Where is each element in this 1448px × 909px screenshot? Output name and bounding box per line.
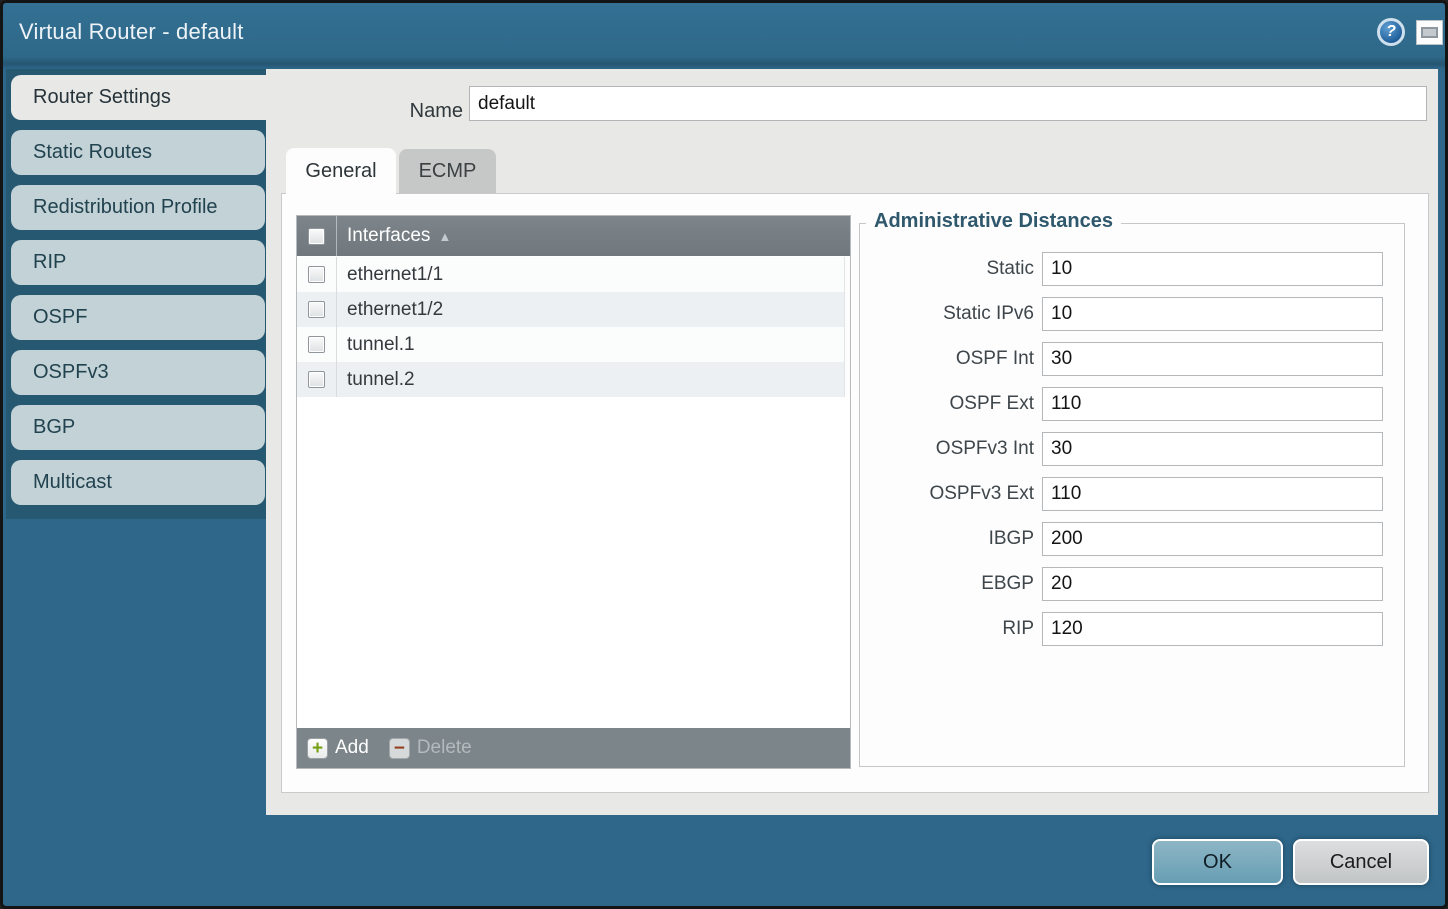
- delete-button-label: Delete: [417, 737, 472, 759]
- tab-ecmp[interactable]: ECMP: [399, 149, 496, 193]
- field-row-ebgp: EBGP: [860, 567, 1404, 601]
- sidebar-item-router-settings[interactable]: Router Settings: [11, 75, 281, 120]
- delete-button[interactable]: − Delete: [389, 737, 472, 759]
- virtual-router-dialog: Virtual Router - default ? Router Settin…: [0, 0, 1448, 909]
- row-checkbox[interactable]: [308, 301, 325, 318]
- interfaces-table-header: Interfaces ▲: [297, 216, 850, 256]
- main-panel: Name General ECMP Interfaces ▲ ethernet1…: [266, 69, 1438, 815]
- interfaces-table-toolbar: + Add − Delete: [297, 728, 850, 768]
- dialog-title: Virtual Router - default: [19, 19, 244, 45]
- static-input[interactable]: [1042, 252, 1383, 286]
- dialog-titlebar: Virtual Router - default ?: [3, 3, 1445, 69]
- table-row-ethernet1-1[interactable]: ethernet1/1: [297, 257, 850, 292]
- ospfv3-ext-label: OSPFv3 Ext: [860, 477, 1042, 511]
- table-row-ethernet1-2[interactable]: ethernet1/2: [297, 292, 850, 327]
- sidebar-item-multicast[interactable]: Multicast: [11, 460, 265, 505]
- field-row-ibgp: IBGP: [860, 522, 1404, 556]
- sort-ascending-icon: ▲: [438, 230, 451, 243]
- sidebar-item-static-routes[interactable]: Static Routes: [11, 130, 265, 175]
- sidebar: Router Settings Static Routes Redistribu…: [6, 69, 266, 519]
- minus-icon: −: [389, 738, 410, 759]
- select-all-checkbox[interactable]: [308, 228, 325, 245]
- admin-distances-fields: Static Static IPv6 OSPF Int OSPF Ext: [860, 224, 1404, 646]
- ospfv3-int-input[interactable]: [1042, 432, 1383, 466]
- field-row-static: Static: [860, 252, 1404, 286]
- sidebar-item-bgp[interactable]: BGP: [11, 405, 265, 450]
- cancel-button[interactable]: Cancel: [1293, 839, 1429, 885]
- field-row-ospf-ext: OSPF Ext: [860, 387, 1404, 421]
- row-checkbox[interactable]: [308, 336, 325, 353]
- admin-distances-title: Administrative Distances: [866, 210, 1121, 233]
- ebgp-input[interactable]: [1042, 567, 1383, 601]
- add-button-label: Add: [335, 737, 369, 759]
- name-label: Name: [266, 94, 463, 129]
- interfaces-table: Interfaces ▲ ethernet1/1 ethernet1/2: [296, 215, 851, 769]
- ospf-int-input[interactable]: [1042, 342, 1383, 376]
- plus-icon: +: [307, 738, 328, 759]
- table-row-tunnel-2[interactable]: tunnel.2: [297, 362, 850, 397]
- field-row-static-ipv6: Static IPv6: [860, 297, 1404, 331]
- general-tab-panel: Interfaces ▲ ethernet1/1 ethernet1/2: [281, 193, 1429, 793]
- ibgp-input[interactable]: [1042, 522, 1383, 556]
- sidebar-item-ospfv3[interactable]: OSPFv3: [11, 350, 265, 395]
- field-row-ospfv3-int: OSPFv3 Int: [860, 432, 1404, 466]
- static-ipv6-input[interactable]: [1042, 297, 1383, 331]
- ibgp-label: IBGP: [860, 522, 1042, 556]
- table-scrollbar[interactable]: [844, 257, 850, 397]
- row-checkbox[interactable]: [308, 371, 325, 388]
- row-checkbox[interactable]: [308, 266, 325, 283]
- popout-window-glyph: [1421, 27, 1438, 38]
- sidebar-item-redistribution-profile[interactable]: Redistribution Profile: [11, 185, 265, 230]
- ospfv3-int-label: OSPFv3 Int: [860, 432, 1042, 466]
- help-icon[interactable]: ?: [1377, 18, 1405, 46]
- ospfv3-ext-input[interactable]: [1042, 477, 1383, 511]
- field-row-rip: RIP: [860, 612, 1404, 646]
- add-button[interactable]: + Add: [307, 737, 369, 759]
- sidebar-item-rip[interactable]: RIP: [11, 240, 265, 285]
- sidebar-item-ospf[interactable]: OSPF: [11, 295, 265, 340]
- admin-distances-fieldset: Administrative Distances Static Static I…: [859, 223, 1405, 767]
- ospf-ext-label: OSPF Ext: [860, 387, 1042, 421]
- interface-name: ethernet1/2: [337, 299, 443, 321]
- ospf-ext-input[interactable]: [1042, 387, 1383, 421]
- rip-input[interactable]: [1042, 612, 1383, 646]
- static-ipv6-label: Static IPv6: [860, 297, 1042, 331]
- static-label: Static: [860, 252, 1042, 286]
- ebgp-label: EBGP: [860, 567, 1042, 601]
- popout-window-icon[interactable]: [1416, 20, 1443, 45]
- name-input[interactable]: [469, 86, 1427, 121]
- interface-name: tunnel.1: [337, 334, 415, 356]
- interface-name: tunnel.2: [337, 369, 415, 391]
- field-row-ospfv3-ext: OSPFv3 Ext: [860, 477, 1404, 511]
- interfaces-table-body: ethernet1/1 ethernet1/2 tunnel.1 tunnel.…: [297, 257, 850, 727]
- interfaces-column-label: Interfaces: [347, 225, 430, 247]
- interfaces-column-header[interactable]: Interfaces ▲: [337, 225, 451, 247]
- table-row-tunnel-1[interactable]: tunnel.1: [297, 327, 850, 362]
- ospf-int-label: OSPF Int: [860, 342, 1042, 376]
- ok-button[interactable]: OK: [1152, 839, 1283, 885]
- interface-name: ethernet1/1: [337, 264, 443, 286]
- tab-general[interactable]: General: [286, 148, 396, 194]
- rip-label: RIP: [860, 612, 1042, 646]
- field-row-ospf-int: OSPF Int: [860, 342, 1404, 376]
